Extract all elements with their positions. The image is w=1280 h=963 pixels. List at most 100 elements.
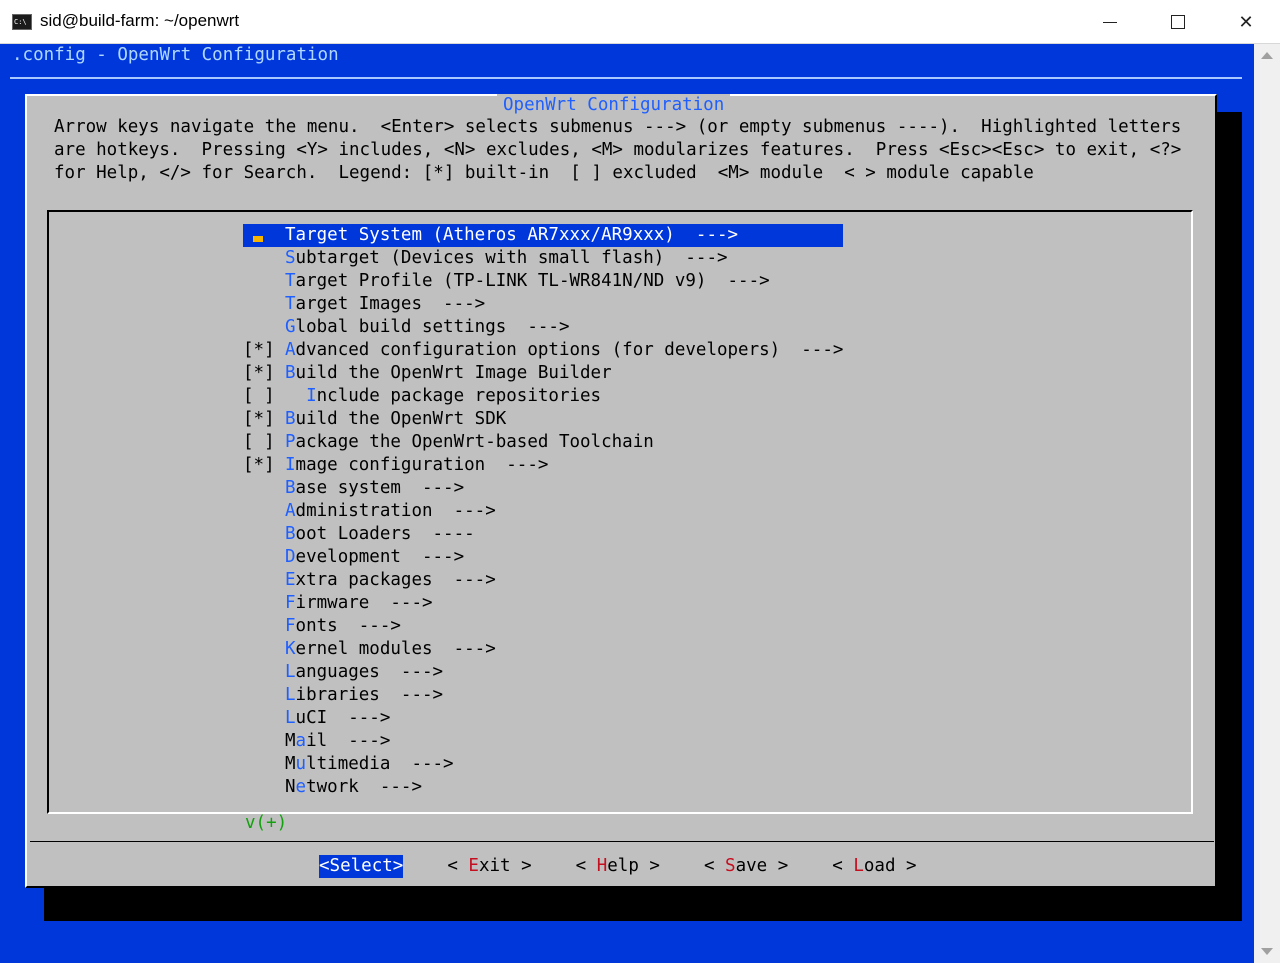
menu-item[interactable]: Libraries ---> bbox=[243, 684, 843, 707]
menu-item[interactable]: Target Images ---> bbox=[243, 293, 843, 316]
item-hotkey: u bbox=[295, 754, 307, 774]
item-hotkey: F bbox=[285, 593, 296, 613]
item-label: anguages ---> bbox=[295, 662, 444, 682]
item-label: uCI ---> bbox=[295, 708, 391, 728]
menu-item[interactable]: [ ] Package the OpenWrt-based Toolchain bbox=[243, 431, 843, 454]
item-checkbox bbox=[243, 684, 285, 707]
close-button[interactable]: ✕ bbox=[1212, 0, 1280, 44]
item-hotkey: L bbox=[285, 662, 296, 682]
item-hotkey: D bbox=[285, 547, 296, 567]
menu-item[interactable]: [*] Image configuration ---> bbox=[243, 454, 843, 477]
menu-item[interactable]: Development ---> bbox=[243, 546, 843, 569]
item-hotkey: B bbox=[285, 409, 296, 429]
vertical-scrollbar[interactable] bbox=[1254, 44, 1280, 963]
item-checkbox[interactable]: [*] bbox=[243, 454, 285, 477]
item-hotkey: A bbox=[285, 501, 296, 521]
item-checkbox bbox=[243, 661, 285, 684]
item-checkbox[interactable]: [*] bbox=[243, 362, 285, 385]
menu-item[interactable]: Global build settings ---> bbox=[243, 316, 843, 339]
item-label-start: N bbox=[285, 777, 296, 797]
item-checkbox[interactable]: [*] bbox=[243, 408, 285, 431]
header-divider bbox=[10, 77, 1242, 79]
item-indent bbox=[285, 385, 306, 408]
item-label: arget System (Atheros AR7xxx/AR9xxx) ---… bbox=[295, 225, 739, 245]
cmd-icon: C:\ bbox=[12, 14, 32, 30]
item-checkbox bbox=[243, 592, 285, 615]
minimize-button[interactable] bbox=[1076, 0, 1144, 44]
minimize-icon bbox=[1103, 21, 1117, 23]
menu-item-selected[interactable]: Target System (Atheros AR7xxx/AR9xxx) --… bbox=[243, 224, 844, 247]
item-hotkey: K bbox=[285, 639, 296, 659]
item-checkbox[interactable]: [*] bbox=[243, 339, 285, 362]
menu-item[interactable]: [*] Build the OpenWrt SDK bbox=[243, 408, 843, 431]
menu-item[interactable]: [*] Build the OpenWrt Image Builder bbox=[243, 362, 843, 385]
exit-button[interactable]: < Exit > bbox=[447, 855, 531, 878]
scroll-up-icon[interactable] bbox=[1261, 52, 1273, 59]
window-title: sid@build-farm: ~/openwrt bbox=[40, 11, 240, 30]
button-label: oad bbox=[863, 856, 896, 876]
item-label: nclude package repositories bbox=[316, 386, 602, 406]
menu-item[interactable]: Languages ---> bbox=[243, 661, 843, 684]
item-label: oot Loaders ---- bbox=[295, 524, 475, 544]
scroll-down-icon[interactable] bbox=[1261, 948, 1273, 955]
item-checkbox bbox=[243, 523, 285, 546]
item-label: ibraries ---> bbox=[295, 685, 444, 705]
menu-item[interactable]: Extra packages ---> bbox=[243, 569, 843, 592]
menu-item[interactable]: LuCI ---> bbox=[243, 707, 843, 730]
menu-item[interactable]: Ma il ---> bbox=[243, 730, 843, 753]
item-label: ltimedia ---> bbox=[306, 754, 454, 774]
item-checkbox bbox=[243, 477, 285, 500]
item-hotkey: B bbox=[285, 363, 296, 383]
select-button[interactable]: <Select> bbox=[319, 855, 404, 878]
menu-item[interactable]: [ ] Include package repositories bbox=[243, 385, 843, 408]
button-hotkey: S bbox=[725, 856, 736, 876]
item-label: lobal build settings ---> bbox=[295, 317, 570, 337]
item-label: dministration ---> bbox=[295, 501, 496, 521]
more-indicator: v(+) bbox=[245, 813, 288, 833]
menu-item[interactable]: Firmware ---> bbox=[243, 592, 843, 615]
menu-item[interactable]: Ne twork ---> bbox=[243, 776, 843, 799]
menu-item[interactable]: Base system ---> bbox=[243, 477, 843, 500]
item-hotkey: T bbox=[285, 225, 296, 245]
item-label: dvanced configuration options (for devel… bbox=[295, 340, 844, 360]
menu-item[interactable]: Target Profile (TP-LINK TL-WR841N/ND v9)… bbox=[243, 270, 843, 293]
item-checkbox bbox=[243, 569, 285, 592]
menu-list[interactable]: Target System (Atheros AR7xxx/AR9xxx) --… bbox=[243, 224, 844, 799]
item-checkbox bbox=[243, 707, 285, 730]
item-hotkey: I bbox=[306, 386, 317, 406]
menu-item[interactable]: Subtarget (Devices with small flash) ---… bbox=[243, 247, 843, 270]
terminal-area[interactable]: .config - OpenWrt Configuration OpenWrt … bbox=[0, 44, 1254, 963]
item-hotkey: a bbox=[295, 731, 307, 751]
item-label: ase system ---> bbox=[295, 478, 465, 498]
item-label-start: M bbox=[285, 754, 296, 774]
item-label: twork ---> bbox=[306, 777, 422, 797]
menu-item[interactable]: Boot Loaders ---- bbox=[243, 523, 843, 546]
item-hotkey: L bbox=[285, 708, 296, 728]
menu-item[interactable]: Administration ---> bbox=[243, 500, 843, 523]
maximize-button[interactable] bbox=[1144, 0, 1212, 44]
item-checkbox[interactable]: [ ] bbox=[243, 431, 285, 454]
item-hotkey: e bbox=[295, 777, 307, 797]
item-label: uild the OpenWrt Image Builder bbox=[295, 363, 612, 383]
button-label: ave bbox=[735, 856, 768, 876]
item-hotkey: A bbox=[285, 340, 296, 360]
item-checkbox[interactable]: [ ] bbox=[243, 385, 285, 408]
item-label: uild the OpenWrt SDK bbox=[295, 409, 507, 429]
item-label: onts ---> bbox=[295, 616, 401, 636]
button-hotkey: E bbox=[468, 856, 479, 876]
button-hotkey: H bbox=[596, 856, 608, 876]
save-button[interactable]: < Save > bbox=[704, 855, 788, 878]
button-label: elp bbox=[607, 856, 639, 876]
load-button[interactable]: < Load > bbox=[832, 855, 916, 878]
menu-item[interactable]: Kernel modules ---> bbox=[243, 638, 843, 661]
menu-item[interactable]: Mu ltimedia ---> bbox=[243, 753, 843, 776]
menu-item[interactable]: [*] Advanced configuration options (for d… bbox=[243, 339, 843, 362]
menu-item[interactable]: Fonts ---> bbox=[243, 615, 843, 638]
item-label: ernel modules ---> bbox=[295, 639, 496, 659]
item-checkbox bbox=[243, 293, 285, 316]
maximize-icon bbox=[1171, 15, 1185, 29]
item-hotkey: T bbox=[285, 294, 296, 314]
item-hotkey: B bbox=[285, 478, 296, 498]
help-button[interactable]: < Help > bbox=[576, 855, 660, 878]
item-checkbox bbox=[243, 546, 285, 569]
